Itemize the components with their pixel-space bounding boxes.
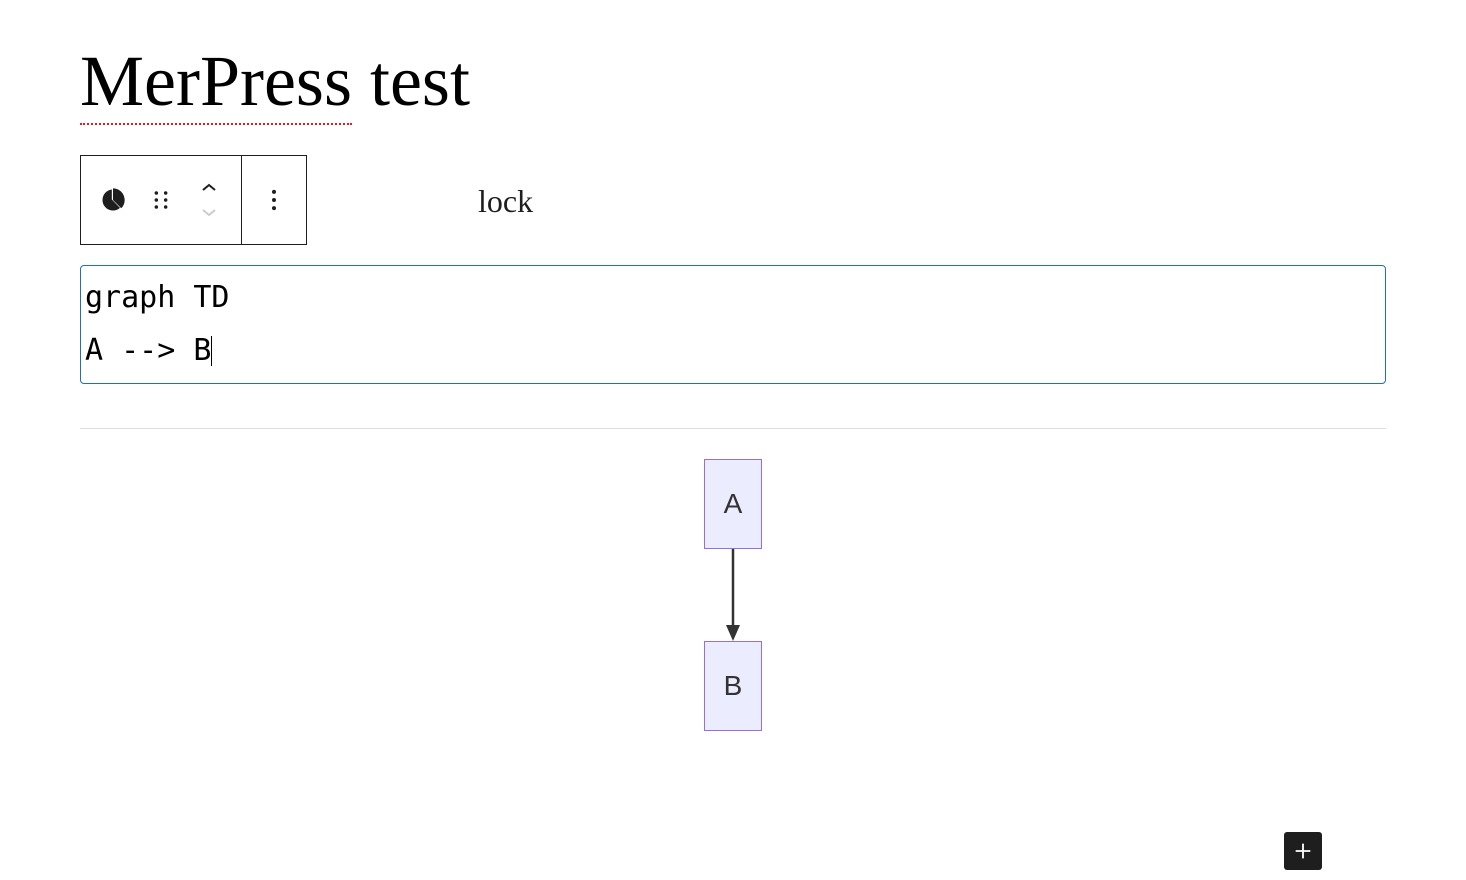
plus-icon: [1292, 840, 1314, 862]
mermaid-rendered-diagram: A B: [80, 459, 1386, 731]
more-vertical-icon: [260, 186, 288, 214]
editor-area: lock: [80, 155, 1386, 731]
move-up-button[interactable]: [185, 176, 233, 200]
graph-node-b: B: [704, 641, 762, 731]
divider: [80, 428, 1386, 429]
add-block-button[interactable]: [1284, 832, 1322, 870]
code-line-2: A --> B: [85, 333, 211, 368]
options-button[interactable]: [250, 176, 298, 224]
chevron-down-icon: [200, 206, 218, 218]
drag-handle[interactable]: [137, 176, 185, 224]
mermaid-code-input[interactable]: graph TD A --> B: [80, 265, 1386, 384]
graph-edge-arrow: [723, 549, 743, 641]
code-line-1: graph TD: [85, 280, 230, 315]
text-cursor: [211, 336, 212, 366]
chevron-up-icon: [200, 182, 218, 194]
title-word-2: test: [352, 41, 470, 121]
drag-icon: [147, 186, 175, 214]
graph-node-a: A: [704, 459, 762, 549]
arrow-down-icon: [723, 549, 743, 641]
move-down-button[interactable]: [185, 200, 233, 224]
pie-chart-icon: [99, 186, 127, 214]
block-type-button[interactable]: [89, 176, 137, 224]
title-word-1: MerPress: [80, 40, 352, 125]
block-toolbar: [80, 155, 307, 245]
page-title[interactable]: MerPress test: [80, 40, 1386, 125]
